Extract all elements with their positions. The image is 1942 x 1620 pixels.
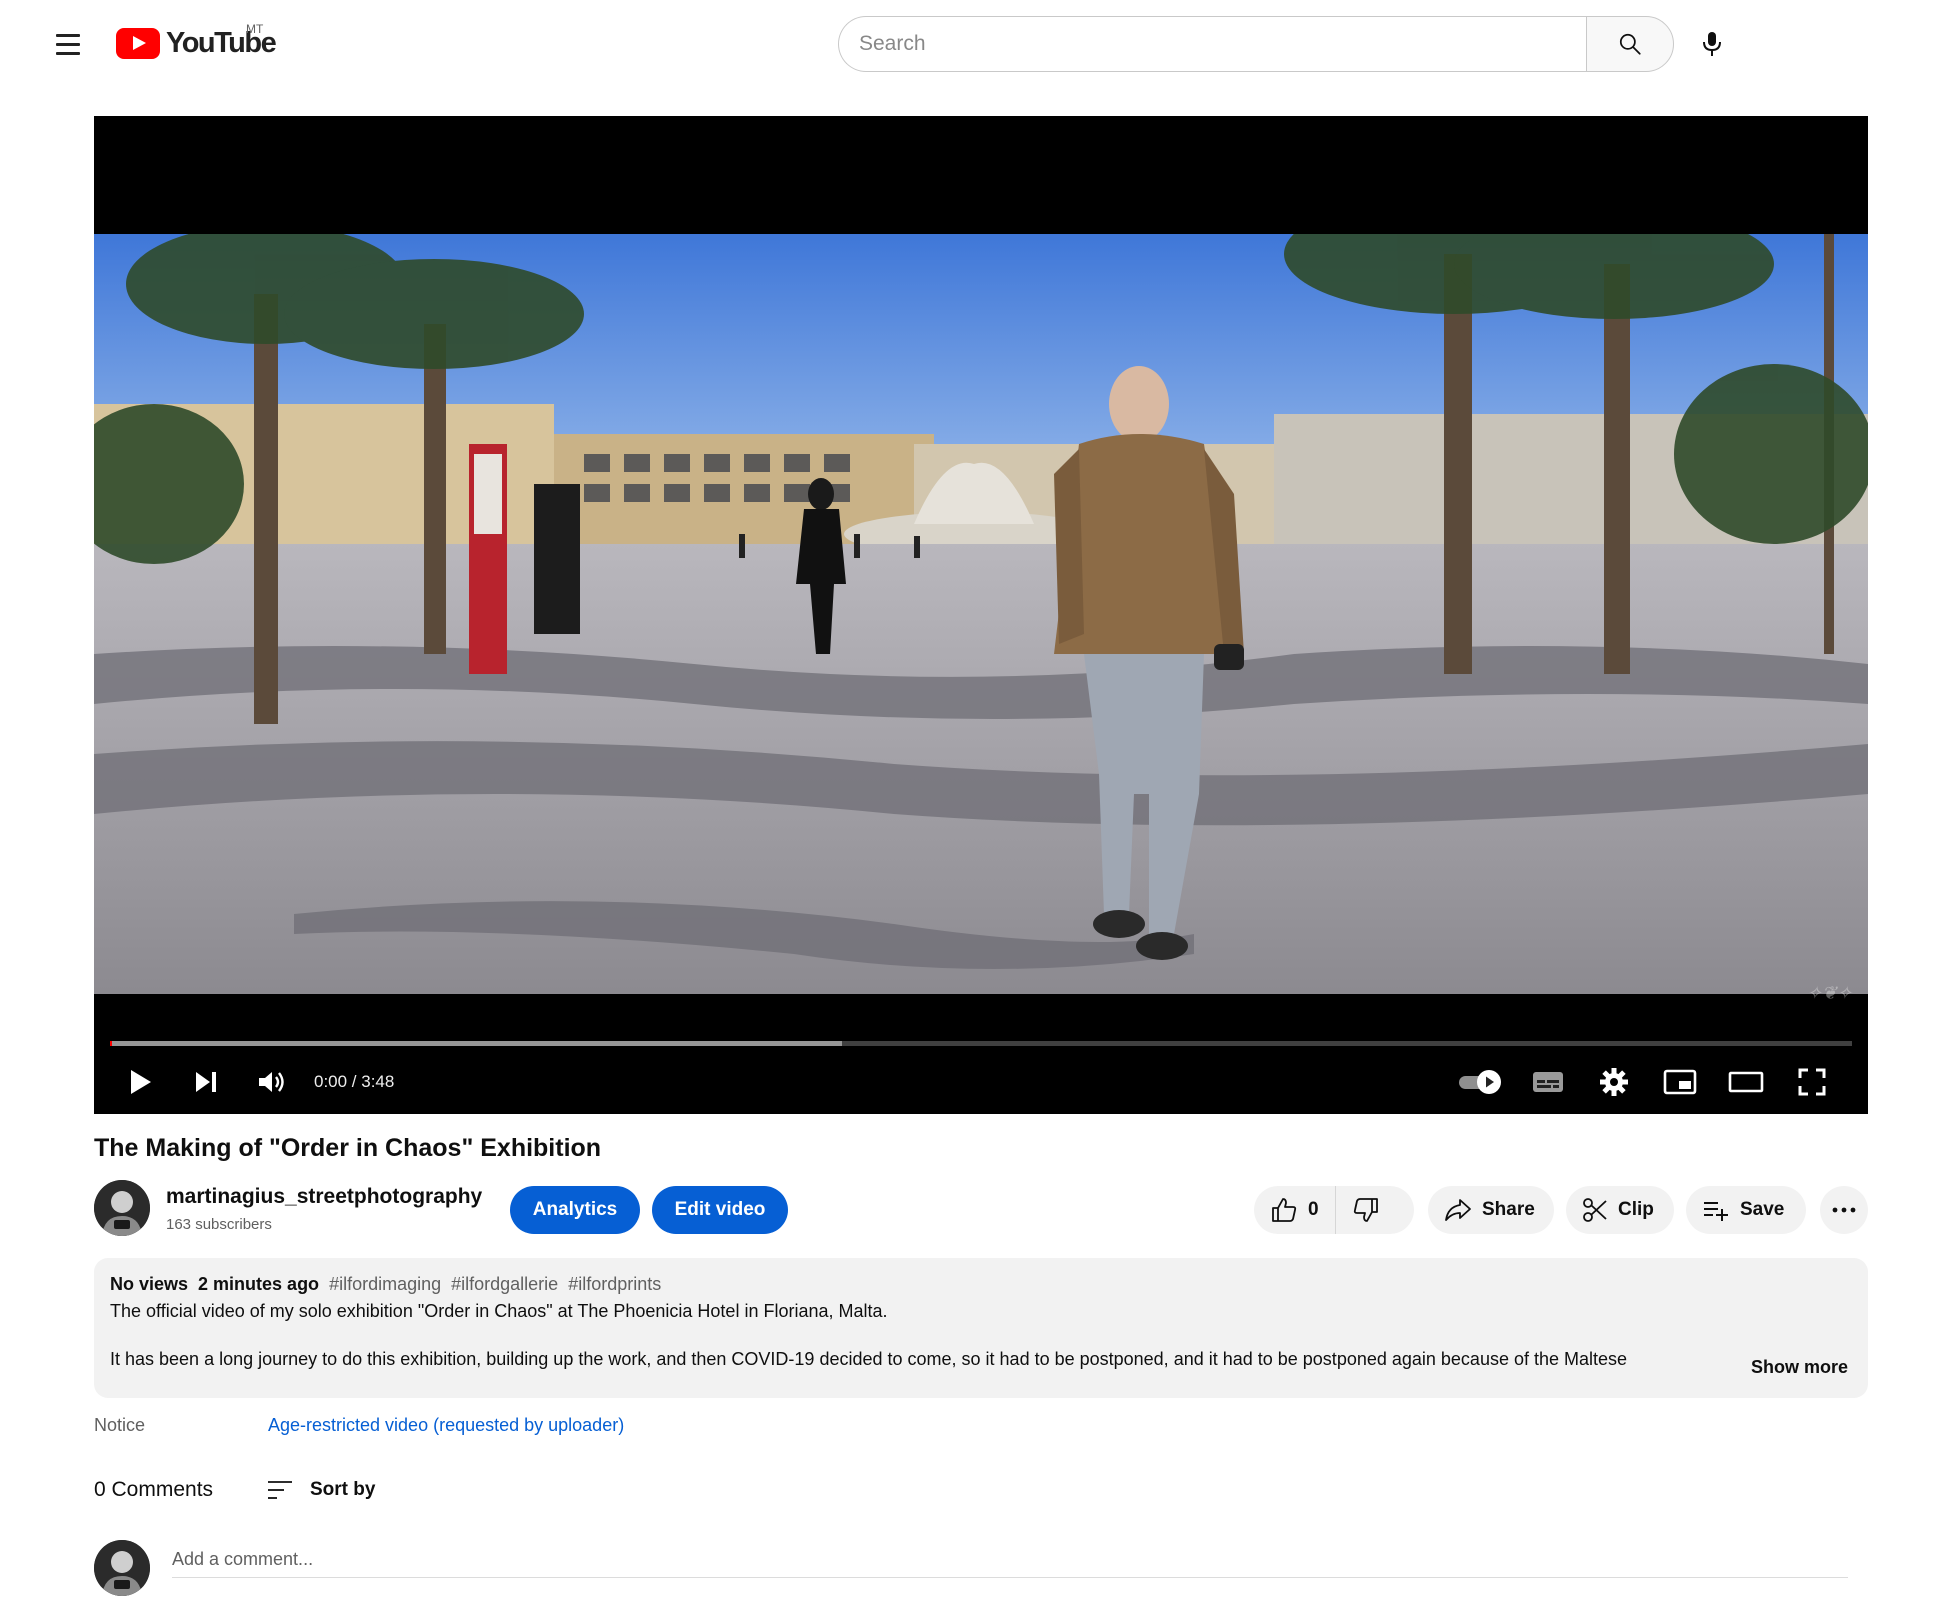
search-input[interactable] — [838, 16, 1586, 72]
analytics-button[interactable]: Analytics — [510, 1186, 640, 1234]
thumbs-up-icon — [1272, 1198, 1297, 1222]
share-icon — [1445, 1199, 1471, 1221]
autoplay-toggle[interactable] — [1454, 1054, 1510, 1110]
volume-icon — [259, 1072, 284, 1092]
avatar-image — [94, 1180, 150, 1236]
share-label: Share — [1482, 1199, 1535, 1220]
sort-icon — [268, 1481, 292, 1499]
edit-video-button[interactable]: Edit video — [652, 1186, 788, 1234]
more-actions-button[interactable] — [1820, 1186, 1868, 1234]
like-button[interactable]: 0 — [1254, 1186, 1336, 1234]
search-button[interactable] — [1586, 16, 1674, 72]
like-dislike-group: 0 — [1254, 1186, 1414, 1234]
gear-icon — [1600, 1068, 1628, 1096]
channel-name[interactable]: martinagius_streetphotography — [166, 1185, 482, 1209]
save-button[interactable]: Save — [1686, 1186, 1806, 1234]
hamburger-line — [56, 51, 80, 55]
sort-by-label: Sort by — [310, 1479, 376, 1500]
settings-button[interactable] — [1592, 1054, 1636, 1110]
share-button[interactable]: Share — [1428, 1186, 1554, 1234]
video-watermark: ✧❦✧ — [1806, 983, 1852, 1004]
like-count: 0 — [1308, 1199, 1319, 1220]
theater-mode-button[interactable] — [1724, 1054, 1768, 1110]
autoplay-icon — [1459, 1070, 1501, 1094]
upload-date: 2 minutes ago — [198, 1274, 320, 1294]
description-box[interactable]: No views 2 minutes ago #ilfordimaging #i… — [94, 1258, 1868, 1398]
youtube-play-icon — [116, 27, 160, 59]
captions-icon — [1533, 1072, 1563, 1092]
channel-avatar[interactable] — [94, 1180, 150, 1236]
subtitles-button[interactable] — [1526, 1054, 1570, 1110]
theater-icon — [1728, 1071, 1764, 1093]
description-line: The official video of my solo exhibition… — [110, 1301, 888, 1321]
miniplayer-icon — [1663, 1069, 1697, 1095]
play-icon — [131, 1070, 151, 1094]
video-player[interactable]: ✧❦✧ 0:00 / 3:48 — [94, 116, 1868, 1114]
clip-button[interactable]: Clip — [1566, 1186, 1674, 1234]
description-info: No views 2 minutes ago #ilfordimaging #i… — [110, 1274, 1852, 1295]
notice-label: Notice — [94, 1415, 146, 1435]
volume-button[interactable] — [250, 1054, 294, 1110]
search-box — [838, 16, 1674, 72]
fullscreen-button[interactable] — [1790, 1054, 1834, 1110]
show-more-button[interactable]: Show more — [1740, 1357, 1848, 1378]
video-frame[interactable] — [94, 234, 1868, 994]
dislike-button[interactable] — [1336, 1186, 1396, 1234]
guide-menu-button[interactable] — [48, 24, 88, 64]
thumbs-down-icon — [1353, 1198, 1378, 1222]
search-icon — [1619, 33, 1641, 55]
clip-label: Clip — [1618, 1199, 1654, 1220]
fullscreen-icon — [1798, 1068, 1826, 1096]
hamburger-line — [56, 42, 80, 46]
subscriber-count: 163 subscribers — [166, 1216, 272, 1233]
scissors-icon — [1583, 1198, 1607, 1222]
progress-bar[interactable] — [110, 1041, 1852, 1046]
hashtag-link[interactable]: #ilfordgallerie — [451, 1274, 558, 1295]
progress-played — [110, 1041, 112, 1046]
sort-by-button[interactable]: Sort by — [266, 1472, 375, 1508]
view-count: No views — [110, 1274, 189, 1294]
video-scene — [94, 234, 1868, 994]
video-title: The Making of "Order in Chaos" Exhibitio… — [94, 1134, 602, 1162]
user-avatar — [94, 1540, 150, 1596]
country-code: MT — [246, 22, 264, 36]
comments-count: 0 Comments — [94, 1478, 214, 1501]
time-display: 0:00 / 3:48 — [314, 1072, 395, 1091]
age-restriction-link[interactable]: Age-restricted video (requested by uploa… — [268, 1415, 624, 1436]
playlist-add-icon — [1704, 1202, 1728, 1221]
hashtag-link[interactable]: #ilfordprints — [568, 1274, 661, 1295]
masthead: YouTube MT — [0, 0, 1942, 86]
avatar-image — [94, 1540, 150, 1596]
more-horizontal-icon — [1832, 1207, 1856, 1213]
voice-search-button[interactable] — [1690, 22, 1734, 66]
miniplayer-button[interactable] — [1658, 1054, 1702, 1110]
play-button[interactable] — [118, 1054, 162, 1110]
save-label: Save — [1740, 1199, 1785, 1220]
microphone-icon — [1703, 32, 1721, 56]
hashtag-link[interactable]: #ilfordimaging — [329, 1274, 441, 1295]
owner-row: martinagius_streetphotography 163 subscr… — [94, 1180, 1868, 1240]
hamburger-line — [56, 33, 80, 37]
next-button[interactable] — [184, 1054, 228, 1110]
add-comment-input[interactable] — [172, 1542, 1848, 1578]
description-line: It has been a long journey to do this ex… — [110, 1349, 1628, 1369]
progress-buffered — [110, 1041, 842, 1046]
player-controls: 0:00 / 3:48 — [94, 1054, 1868, 1110]
next-icon — [196, 1072, 216, 1092]
